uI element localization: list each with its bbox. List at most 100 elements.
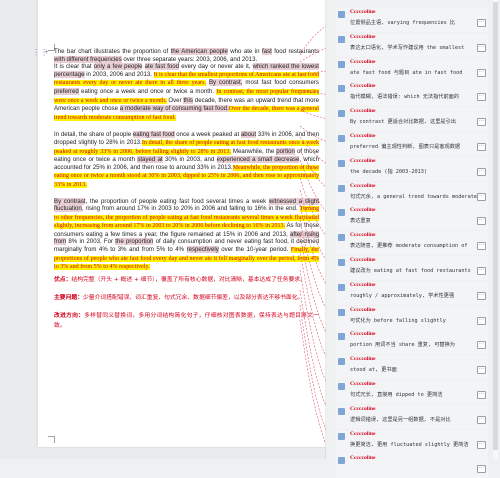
avatar-icon — [338, 11, 345, 18]
comment-card[interactable]: Cccccoline preferred 偏主观性判断, 图表只是客观数据 ··· — [336, 132, 488, 156]
editor-workspace: ⋮⋮ + The bar chart illustrates the propo… — [0, 0, 500, 478]
comment-author: Cccccoline — [350, 182, 376, 189]
comment-card[interactable]: Cccccoline the decade (指 2003-2013) ··· — [336, 156, 488, 181]
comment-author: Cccccoline — [350, 455, 376, 462]
comments-sidebar[interactable]: Cccccoline 位置侧品主语, varying frequencies 比 ·… — [326, 0, 500, 478]
comment-author: Cccccoline — [350, 232, 376, 239]
comment-menu-icon[interactable]: ··· — [477, 43, 486, 52]
comment-text: 表达重复 — [350, 218, 371, 225]
comment-card[interactable]: Cccccoline 表达随意, 更推荐 moderate consumption… — [336, 231, 488, 256]
margin-corner-mark — [48, 436, 55, 443]
paragraph-intro: The bar chart illustrates the proportion… — [54, 48, 319, 121]
comment-text: 逻辑词错误, 这里是另一组数据, 不是对比 — [350, 416, 451, 423]
note-improvements: 改进方向：多样替同义替换词，多用分词结构简化句子，仔细核对图表数据，保持表达与题… — [54, 312, 319, 329]
avatar-icon — [338, 457, 345, 465]
comment-card[interactable]: Cccccoline portion 用词不当 share 重复, 可替换为 ··· — [336, 330, 488, 355]
avatar-icon — [338, 333, 345, 341]
avatar-icon — [338, 209, 345, 217]
comment-card[interactable]: Cccccoline 句式冗长, 直接用 dipped to 更简洁 ··· — [336, 380, 488, 404]
comment-menu-icon[interactable]: ··· — [477, 19, 486, 27]
comment-menu-icon[interactable]: ··· — [477, 192, 486, 201]
comment-author: Cccccoline — [350, 133, 376, 139]
comment-menu-icon[interactable]: ··· — [477, 440, 486, 449]
add-block-icon[interactable]: + — [44, 47, 49, 56]
comment-author: Cccccoline — [350, 33, 376, 40]
avatar-icon — [338, 184, 345, 192]
comment-text: 句式冗长, 直接用 dipped to 更简洁 — [350, 392, 443, 398]
comment-card[interactable]: Cccccoline 句式冗余, a general trend towards … — [336, 181, 488, 206]
avatar-icon — [338, 283, 345, 291]
document-page[interactable]: ⋮⋮ + The bar chart illustrates the propo… — [32, 0, 326, 447]
comment-card[interactable]: Cccccoline ate fast food 与题目 ate in fast … — [336, 57, 488, 82]
comment-card[interactable]: Cccccoline 表达太口语化, 学术写作建议用 the smallest ··… — [336, 32, 488, 57]
paragraph-detail-1: In detail, the share of people eating fa… — [54, 131, 319, 188]
comment-menu-icon[interactable]: ··· — [477, 167, 486, 176]
comment-author: Cccccoline — [350, 9, 376, 15]
paragraph-detail-2: By contrast, the proportion of people ea… — [54, 197, 320, 271]
comment-text: roughly / approximately, 学术性更强 — [350, 292, 455, 299]
comment-text: portion 用词不当 share 重复, 可替换为 — [350, 342, 455, 349]
comment-menu-icon[interactable]: ··· — [477, 415, 486, 424]
comment-text: stood at, 更书面 — [350, 367, 397, 374]
comment-text: 位置侧品主语, varying frequencies 比 — [350, 20, 456, 26]
comment-card[interactable]: Cccccoline 逻辑词错误, 这里是另一组数据, 不是对比 ··· — [336, 404, 488, 429]
comment-menu-icon[interactable]: ··· — [477, 366, 486, 375]
comment-text: 可优化为 before falling slightly — [350, 317, 446, 324]
comment-text: 表达太口语化, 学术写作建议用 the smallest — [350, 44, 465, 51]
sidebar-scrollbar[interactable] — [493, 0, 498, 459]
comment-card[interactable]: Cccccoline 表达重复 ··· — [336, 206, 488, 231]
avatar-icon — [338, 110, 345, 118]
avatar-icon — [338, 60, 345, 68]
comment-card[interactable]: Cccccoline 换更简洁, 更用 fluctuated slightly 更… — [336, 429, 488, 454]
avatar-icon — [338, 35, 345, 43]
avatar-icon — [338, 407, 345, 415]
comment-menu-icon[interactable]: ··· — [477, 118, 486, 127]
comment-author: Cccccoline — [350, 381, 376, 387]
comment-menu-icon[interactable]: ··· — [477, 242, 486, 251]
comment-text: ate fast food 与题目 ate in fast food — [350, 69, 463, 76]
comment-menu-icon[interactable]: ··· — [477, 316, 486, 325]
comment-menu-icon[interactable]: ··· — [477, 93, 486, 102]
note-strengths: 优点：结构完整（开头 + 概述 + 细节），覆盖了所有核心数据，对比清晰，基本达… — [54, 276, 306, 283]
comment-card[interactable]: Cccccoline 指代模糊, 语法错误: which 无法指代前面的 ··· — [336, 82, 488, 107]
avatar-icon — [338, 85, 345, 93]
comment-card[interactable]: Cccccoline roughly / approximately, 学术性更强… — [336, 280, 488, 305]
comment-text: 建议改为 eating at fast food restaurants — [350, 268, 471, 274]
comment-menu-icon[interactable]: ··· — [477, 68, 486, 77]
comment-card[interactable]: Cccccoline 可优化为 before falling slightly ··… — [336, 305, 488, 330]
avatar-icon — [338, 159, 345, 167]
comment-menu-icon[interactable]: ··· — [477, 267, 486, 275]
comment-author: Cccccoline — [350, 157, 376, 164]
avatar-icon — [338, 358, 345, 366]
comment-text: 句式冗余, a general trend towards moderate — [350, 193, 477, 200]
avatar-icon — [338, 135, 345, 142]
comment-menu-icon[interactable]: ··· — [477, 143, 486, 151]
comment-text: preferred 偏主观性判断, 图表只是客观数据 — [350, 144, 461, 150]
avatar-icon — [338, 432, 345, 440]
comment-author: Cccccoline — [350, 356, 376, 363]
comment-author: Cccccoline — [350, 207, 376, 214]
comment-author: Cccccoline — [350, 331, 376, 338]
document-body[interactable]: The bar chart illustrates the proportion… — [54, 48, 320, 339]
comment-author: Cccccoline — [350, 58, 376, 65]
comment-menu-icon[interactable]: ··· — [477, 391, 486, 399]
comment-author: Cccccoline — [350, 306, 376, 313]
avatar-icon — [338, 383, 345, 390]
comment-menu-icon[interactable]: ··· — [477, 217, 486, 226]
comment-card[interactable]: Cccccoline stood at, 更书面 ··· — [336, 355, 488, 380]
note-problems: 主要问题：少量介词搭配错误、词汇重复、句式冗余、数据细节偏差，以及部分表达不够书… — [54, 294, 304, 301]
comment-menu-icon[interactable]: ··· — [477, 341, 486, 350]
comment-author: Cccccoline — [350, 83, 376, 90]
comment-text: 表达随意, 更推荐 moderate consumption of — [350, 243, 468, 250]
comment-card[interactable]: Cccccoline 位置侧品主语, varying frequencies 比 ·… — [336, 8, 488, 32]
comment-menu-icon[interactable]: ··· — [477, 465, 486, 474]
comment-card[interactable]: Cccccoline By contrast 更适合对比数据, 这里是引出 ··· — [336, 107, 488, 132]
comment-card[interactable]: Cccccoline 建议改为 eating at fast food resta… — [336, 256, 488, 280]
comment-author: Cccccoline — [350, 430, 376, 437]
comment-author: Cccccoline — [350, 405, 376, 412]
comment-menu-icon[interactable]: ··· — [477, 291, 486, 300]
avatar-icon — [338, 308, 345, 316]
comment-text: By contrast 更适合对比数据, 这里是引出 — [350, 119, 456, 126]
comment-card[interactable]: Cccccoline ··· — [336, 454, 488, 478]
avatar-icon — [338, 234, 345, 242]
